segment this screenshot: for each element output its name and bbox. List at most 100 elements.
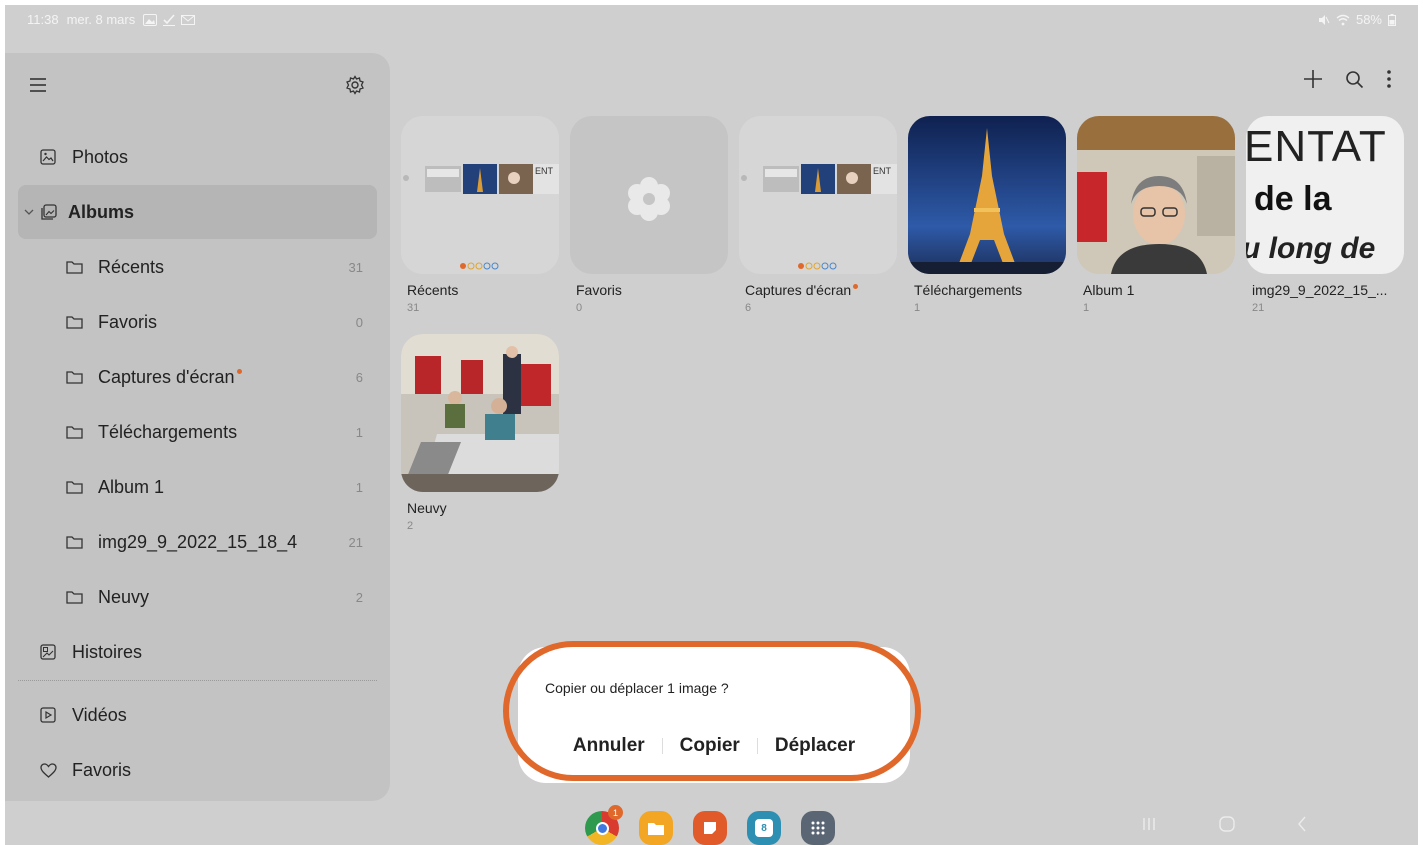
album-count: 21 — [348, 534, 363, 550]
sidebar-item-histoires[interactable]: Histoires — [18, 625, 377, 679]
album-name: img29_9_2022_15_... — [1252, 282, 1388, 298]
taskbar-dock: 1 8 — [585, 805, 835, 845]
new-content-dot — [853, 284, 859, 289]
add-icon[interactable] — [1303, 69, 1323, 89]
album-thumbnail — [401, 334, 559, 492]
back-icon[interactable] — [1297, 816, 1307, 832]
album-thumbnail — [1077, 116, 1235, 274]
calendar-day: 8 — [755, 819, 773, 837]
app-drawer-icon[interactable] — [801, 811, 835, 845]
poster-text-line: de la — [1254, 180, 1332, 218]
status-date: mer. 8 mars — [66, 12, 136, 27]
toolbar — [1303, 69, 1392, 89]
gallery-notification-icon — [143, 13, 158, 26]
sidebar-item-label: Favoris — [72, 759, 132, 780]
classroom-photo — [401, 334, 559, 492]
album-card-neuvy[interactable]: Neuvy 2 — [401, 334, 559, 532]
folder-icon — [64, 312, 84, 332]
sidebar-item-label: Neuvy — [98, 586, 150, 607]
album-thumbnail: ENT — [739, 116, 897, 274]
sidebar-item-label: Favoris — [98, 311, 158, 332]
menu-icon[interactable] — [29, 77, 47, 93]
cancel-button[interactable]: Annuler — [556, 735, 662, 757]
dialog-actions: Annuler Copier Déplacer — [518, 735, 910, 757]
album-count: 21 — [1252, 302, 1265, 314]
folder-icon — [64, 532, 84, 552]
battery-icon — [1388, 13, 1396, 26]
gallery-screen: 11:38 mer. 8 mars 58% Photos Albums Réce… — [5, 5, 1418, 845]
sidebar-item-label: Histoires — [72, 641, 143, 662]
sidebar-item-label: Photos — [72, 146, 129, 167]
status-bar: 11:38 mer. 8 mars 58% — [5, 5, 1418, 33]
flower-placeholder-icon — [628, 177, 670, 221]
sidebar-item-favoris[interactable]: Favoris 0 — [18, 295, 377, 349]
album-card-img29[interactable]: ENTAT de la u long de img29_9_2022_15_..… — [1246, 116, 1404, 314]
sidebar-item-label: img29_9_2022_15_18_4 — [98, 531, 298, 552]
more-options-icon[interactable] — [1386, 69, 1392, 89]
album-thumbnail — [908, 116, 1066, 274]
sidebar-item-label: Téléchargements — [98, 421, 238, 442]
sidebar-item-label: Récents — [98, 256, 165, 277]
mail-notification-icon — [181, 14, 196, 25]
stories-icon — [38, 642, 58, 662]
settings-gear-icon[interactable] — [345, 75, 365, 95]
album-name: Album 1 — [1083, 282, 1135, 298]
move-button[interactable]: Déplacer — [758, 735, 872, 757]
sidebar-item-label: Captures d'écran — [98, 367, 242, 388]
sidebar-item-photos[interactable]: Photos — [18, 130, 377, 184]
album-card-favoris[interactable]: Favoris 0 — [570, 116, 728, 314]
sidebar-item-neuvy[interactable]: Neuvy 2 — [18, 570, 377, 624]
notes-app-icon[interactable] — [693, 811, 727, 845]
album-count: 1 — [914, 302, 921, 314]
album-thumbnail — [570, 116, 728, 274]
album-count: 6 — [745, 302, 752, 314]
album-count: 1 — [1083, 302, 1090, 314]
sidebar-item-label: Album 1 — [98, 476, 165, 497]
poster-mini-text: ENT — [873, 166, 892, 176]
sidebar-item-label: Vidéos — [72, 704, 127, 725]
battery-percent: 58% — [1355, 12, 1382, 27]
copy-move-dialog: Copier ou déplacer 1 image ? Annuler Cop… — [518, 647, 910, 783]
sidebar-item-img29[interactable]: img29_9_2022_15_18_4 21 — [18, 515, 377, 569]
sidebar-item-recents[interactable]: Récents 31 — [18, 240, 377, 294]
album-card-album-1[interactable]: Album 1 1 — [1077, 116, 1235, 314]
home-icon[interactable] — [1219, 816, 1235, 832]
chevron-down-icon[interactable] — [24, 208, 34, 216]
calendar-app-icon[interactable]: 8 — [747, 811, 781, 845]
folder-icon — [64, 477, 84, 497]
checkmark-notification-icon — [163, 13, 176, 26]
sidebar-item-album-1[interactable]: Album 1 1 — [18, 460, 377, 514]
album-count: 2 — [407, 520, 414, 532]
copy-button[interactable]: Copier — [663, 735, 757, 757]
album-card-telechargements[interactable]: Téléchargements 1 — [908, 116, 1066, 314]
poster-text-line: ENTAT — [1246, 122, 1387, 171]
sidebar-item-telechargements[interactable]: Téléchargements 1 — [18, 405, 377, 459]
photo-icon — [38, 147, 58, 167]
album-count: 0 — [576, 302, 583, 314]
album-name: Téléchargements — [914, 282, 1023, 298]
chrome-app-icon[interactable]: 1 — [585, 805, 623, 845]
search-icon[interactable] — [1345, 70, 1364, 89]
status-time: 11:38 — [27, 12, 59, 27]
album-name: Neuvy — [407, 500, 447, 516]
album-card-recents[interactable]: ENT Récents 31 — [401, 116, 559, 314]
album-count: 1 — [355, 479, 363, 495]
portrait-photo — [1077, 116, 1235, 274]
divider — [18, 680, 377, 681]
video-icon — [38, 705, 58, 725]
album-thumbnail: ENTAT de la u long de — [1246, 116, 1404, 274]
system-navigation-bar — [1141, 816, 1307, 832]
sidebar-item-captures[interactable]: Captures d'écran 6 — [18, 350, 377, 404]
my-files-app-icon[interactable] — [639, 811, 673, 845]
album-name: Récents — [407, 282, 459, 298]
recent-apps-icon[interactable] — [1141, 817, 1157, 831]
album-count: 31 — [348, 259, 363, 275]
new-content-dot — [236, 368, 242, 374]
folder-icon — [64, 422, 84, 442]
sidebar-item-videos[interactable]: Vidéos — [18, 688, 377, 742]
sidebar-item-favorites[interactable]: Favoris — [18, 743, 377, 797]
album-card-captures[interactable]: ENT Captures d'écran 6 — [739, 116, 897, 314]
folder-icon — [64, 367, 84, 387]
sidebar-item-albums[interactable]: Albums — [18, 185, 377, 239]
albums-icon — [38, 202, 58, 222]
